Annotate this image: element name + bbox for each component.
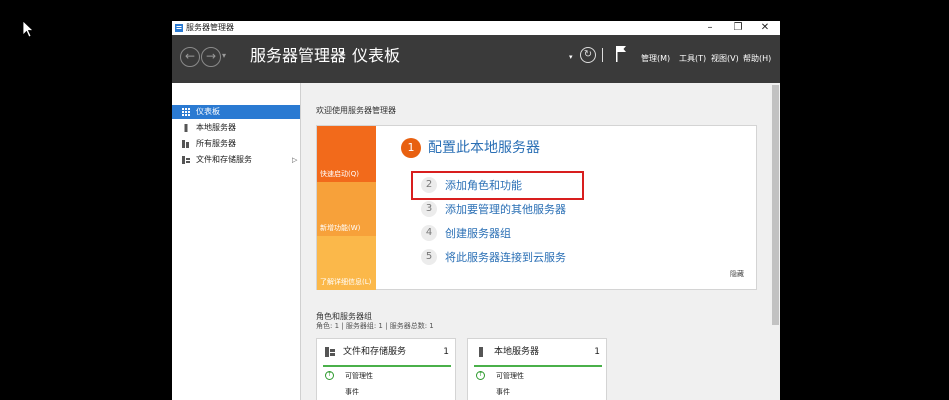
arrow-right-icon: → bbox=[205, 49, 217, 63]
minimize-button[interactable]: – bbox=[697, 21, 723, 35]
header-bar: ← → ▾ 服务器管理器 • 仪表板 ▾ ↻ 管理(M) 工具(T) 视图(V)… bbox=[172, 35, 780, 83]
role-card-file-storage[interactable]: 文件和存储服务 1 ↑ 可管理性 事件 性能 bbox=[316, 338, 456, 400]
tile-learn-more[interactable]: 了解详细信息(L) bbox=[317, 236, 376, 290]
chevron-right-icon[interactable]: ▷ bbox=[292, 153, 297, 167]
tile-label: 快速启动(Q) bbox=[320, 170, 359, 178]
server-manager-app-icon bbox=[175, 24, 183, 32]
server-icon bbox=[479, 347, 483, 357]
card-title: 本地服务器 bbox=[494, 347, 540, 357]
breadcrumb-current-page: 仪表板 bbox=[352, 46, 401, 65]
tile-whats-new[interactable]: 新增功能(W) bbox=[317, 182, 376, 236]
roles-groups-summary: 角色: 1 | 服务器组: 1 | 服务器总数: 1 bbox=[316, 322, 434, 330]
quick-start-panel: 快速启动(Q) 新增功能(W) 了解详细信息(L) 1 配置此本地服务器 2 添… bbox=[316, 125, 757, 290]
menu-help[interactable]: 帮助(H) bbox=[743, 53, 771, 64]
step-number: 3 bbox=[421, 201, 437, 217]
arrow-left-icon: ← bbox=[184, 49, 196, 63]
tile-label: 了解详细信息(L) bbox=[320, 278, 372, 286]
vertical-scrollbar[interactable] bbox=[771, 83, 780, 400]
step-number: 4 bbox=[421, 225, 437, 241]
history-dropdown-icon[interactable]: ▾ bbox=[222, 51, 226, 60]
sidebar-item-local-server[interactable]: 本地服务器 bbox=[172, 121, 300, 135]
sidebar-item-dashboard[interactable]: 仪表板 bbox=[172, 105, 300, 119]
tile-quick-start[interactable]: 快速启动(Q) bbox=[317, 126, 376, 182]
tile-label: 新增功能(W) bbox=[320, 224, 361, 232]
role-card-local-server[interactable]: 本地服务器 1 ↑ 可管理性 事件 服务 bbox=[467, 338, 607, 400]
card-row-events[interactable]: 事件 bbox=[345, 387, 359, 397]
configure-local-server-link[interactable]: 配置此本地服务器 bbox=[428, 138, 540, 158]
storage-icon bbox=[182, 156, 190, 164]
add-other-servers-link[interactable]: 添加要管理的其他服务器 bbox=[445, 201, 566, 219]
refresh-button[interactable]: ↻ bbox=[580, 47, 596, 63]
menu-manage[interactable]: 管理(M) bbox=[641, 53, 670, 64]
sidebar-item-label: 所有服务器 bbox=[196, 139, 236, 148]
menu-view[interactable]: 视图(V) bbox=[711, 53, 739, 64]
status-bar bbox=[323, 365, 451, 367]
servers-icon bbox=[182, 140, 189, 148]
sidebar-item-label: 仪表板 bbox=[196, 107, 220, 116]
storage-icon bbox=[325, 347, 335, 357]
step-number: 5 bbox=[421, 249, 437, 265]
create-server-group-link[interactable]: 创建服务器组 bbox=[445, 225, 511, 243]
sidebar-item-label: 本地服务器 bbox=[196, 123, 236, 132]
card-count: 1 bbox=[443, 347, 449, 357]
close-button[interactable]: ✕ bbox=[752, 21, 778, 35]
card-row-events[interactable]: 事件 bbox=[496, 387, 510, 397]
welcome-heading: 欢迎使用服务器管理器 bbox=[316, 106, 396, 115]
sidebar-item-label: 文件和存储服务 bbox=[196, 155, 252, 164]
card-title: 文件和存储服务 bbox=[343, 347, 407, 357]
hide-link[interactable]: 隐藏 bbox=[730, 269, 744, 279]
connect-cloud-link[interactable]: 将此服务器连接到云服务 bbox=[445, 249, 566, 267]
scrollbar-thumb[interactable] bbox=[772, 85, 779, 325]
menu-tools[interactable]: 工具(T) bbox=[679, 53, 706, 64]
breadcrumb-separator: • bbox=[340, 48, 346, 59]
dashboard-content: 欢迎使用服务器管理器 快速启动(Q) 新增功能(W) 了解详细信息(L) 1 配… bbox=[301, 83, 771, 400]
maximize-button[interactable]: ❐ bbox=[725, 21, 751, 35]
sidebar: 仪表板 本地服务器 所有服务器 文件和存储服务 ▷ bbox=[172, 83, 301, 400]
sidebar-item-all-servers[interactable]: 所有服务器 bbox=[172, 137, 300, 151]
title-bar: 服务器管理器 – ❐ ✕ bbox=[172, 21, 780, 35]
highlight-box bbox=[411, 171, 584, 200]
window-title: 服务器管理器 bbox=[186, 23, 234, 32]
server-icon bbox=[184, 124, 188, 132]
dashboard-icon bbox=[182, 108, 190, 116]
refresh-dropdown-icon[interactable]: ▾ bbox=[569, 53, 573, 61]
breadcrumb-root[interactable]: 服务器管理器 bbox=[250, 44, 346, 68]
header-divider bbox=[602, 48, 603, 62]
sidebar-item-file-storage[interactable]: 文件和存储服务 ▷ bbox=[172, 153, 300, 167]
status-ok-icon: ↑ bbox=[325, 371, 334, 380]
status-bar bbox=[474, 365, 602, 367]
server-manager-window: 服务器管理器 – ❐ ✕ ← → ▾ 服务器管理器 • 仪表板 ▾ ↻ 管理(M… bbox=[172, 21, 780, 400]
card-row-manageability[interactable]: 可管理性 bbox=[345, 371, 373, 381]
card-row-manageability[interactable]: 可管理性 bbox=[496, 371, 524, 381]
back-button[interactable]: ← bbox=[180, 47, 200, 67]
status-ok-icon: ↑ bbox=[476, 371, 485, 380]
refresh-icon: ↻ bbox=[583, 49, 593, 60]
step-number-badge: 1 bbox=[401, 138, 421, 158]
forward-button[interactable]: → bbox=[201, 47, 221, 67]
notifications-flag-icon[interactable] bbox=[615, 45, 627, 63]
card-count: 1 bbox=[594, 347, 600, 357]
